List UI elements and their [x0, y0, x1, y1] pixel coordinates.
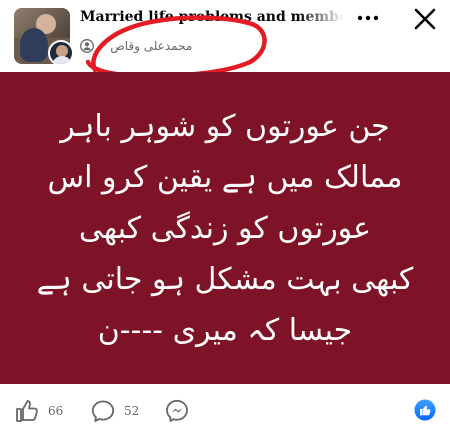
group-thumbnail-figure [20, 28, 48, 62]
author-name[interactable]: محمدعلی وقاص [110, 39, 192, 53]
like-button[interactable]: 66 [14, 398, 63, 424]
comment-button[interactable]: 52 [90, 398, 139, 424]
post-meta: · محمدعلی وقاص [80, 37, 192, 55]
comment-bubble-icon [91, 400, 115, 422]
post-text-line: ممالک میں ہے یقین کرو اس [47, 159, 403, 195]
thumbs-up-icon [16, 400, 38, 422]
close-button[interactable] [410, 4, 440, 34]
share-button[interactable] [164, 398, 190, 424]
messenger-icon [166, 399, 188, 422]
post-text-line: جیسا کہ میری ----ن [97, 312, 353, 348]
avatar[interactable] [48, 40, 74, 66]
meta-separator: · [103, 40, 107, 52]
avatar-shoulders [52, 56, 72, 64]
members-icon [80, 39, 94, 53]
action-bar: 66 52 [0, 384, 450, 439]
more-options-icon [357, 15, 379, 21]
comment-count: 52 [124, 404, 140, 418]
group-name-fade [298, 8, 344, 32]
post-header: Married life problems and membe... · محم… [0, 0, 450, 72]
post-card: جن عورتوں کو شوہر باہر ممالک میں ہے یقین… [0, 72, 450, 384]
post-text-line: عورتوں کو زندگی کبھی [78, 210, 372, 246]
like-count: 66 [48, 404, 64, 418]
post-text-line: جن عورتوں کو شوہر باہر [60, 108, 390, 144]
post-text: جن عورتوں کو شوہر باہر ممالک میں ہے یقین… [24, 101, 426, 356]
more-options-button[interactable] [354, 8, 382, 28]
close-icon [414, 8, 436, 30]
like-reaction-icon [414, 399, 436, 421]
post-text-line: کبھی بہت مشکل ہو جاتی ہے [36, 261, 414, 297]
